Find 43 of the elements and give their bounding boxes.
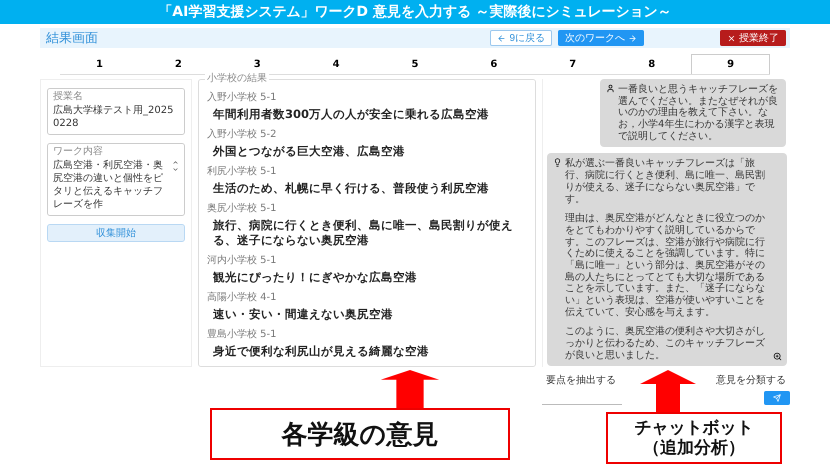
- catchphrase: 速い・安い・間違えない奥尻空港: [212, 306, 394, 322]
- slide-title: 「AI学習支援システム」ワークD 意見を入力する ～実際後にシミュレーション～: [0, 0, 830, 24]
- text-field[interactable]: ワーク内容 広島空港・利尻空港・奥尻空港の違いと個性をピタリと伝えるキャッチフレーズを作: [47, 143, 185, 216]
- message-text: 一番良いと思うキャッチフレーズを選んでください。またなぜそれが良いのかの理由を教えて下さい。なお，小学4年生にわかる漢字と表現で説明してください。: [618, 84, 779, 142]
- class-name: 入野小学校 5-2: [207, 128, 278, 141]
- callout-text: 各学級の意見: [282, 418, 438, 452]
- callout-text: チャットボット: [634, 418, 754, 438]
- class-name: 利尻小学校 5-1: [207, 164, 278, 178]
- arrow-drawing: [640, 370, 696, 412]
- page-title: 結果画面: [46, 30, 98, 47]
- message-text: このように、奥尻空港の便利さや大切さがしっかりと伝わるため、このキャッチフレーズが良いと思いました。: [565, 326, 766, 362]
- class-name: 高陽小学校 4-1: [207, 290, 278, 304]
- field-label: ワーク内容: [53, 146, 104, 157]
- zoom-icon[interactable]: [773, 352, 782, 362]
- class-name: 河内小学校 5-1: [207, 254, 278, 267]
- panel-label: 小学校の結果: [205, 74, 269, 84]
- callout-text: （追加分析）: [643, 438, 745, 458]
- class-name: 奥尻小学校 5-1: [207, 202, 278, 215]
- field-value: 広島空港・利尻空港・奥尻空港の違いと個性をピタリと伝えるキャッチフレーズを作: [53, 159, 164, 211]
- field-value: 広島大学様テスト用_20250228: [53, 104, 174, 130]
- message-text: 私が選ぶ一番良いキャッチフレーズは「旅行、病院に行くとき便利、島に唯一、島民割りが使える、迷子にならない奥尻空港」です。: [565, 158, 766, 206]
- lightbulb-icon: [553, 158, 562, 168]
- message-text: 理由は、奥尻空港がどんなときに役立つのかをとてもわかりやすく説明しているからです。このフレーズは、空港が旅行や病院に行くために使えることを強調しています。特に「島に唯一」という部分は、奥尻空港がその島の人たちにとってとても大切な場所であることを示しています。また、「迷子にならない」という表現は、空港が使いやすいことを伝えていて、安心感を与えます。: [565, 213, 766, 318]
- send-button[interactable]: [764, 391, 790, 405]
- arrow-right-icon: [628, 34, 637, 42]
- send-icon: [773, 394, 781, 402]
- catchphrase: 身近で便利な利尻山が見える綺麗な空港: [212, 344, 430, 358]
- catchphrase: 外国とつながる巨大空港、広島空港: [212, 144, 406, 159]
- class-name: 豊島小学校 5-1: [207, 328, 278, 341]
- field-label: 授業名: [53, 91, 84, 102]
- catchphrase: 旅行、病院に行くとき便利、島に唯一、島民割りが使える、迷子にならない奥尻空港: [212, 218, 514, 248]
- catchphrase: 生活のため、札幌に早く行ける、普段使う利尻空港: [212, 180, 490, 196]
- class-name: 入野小学校 5-1: [207, 90, 278, 104]
- end-button[interactable]: 授業終了: [720, 30, 786, 46]
- catchphrase: 観光にぴったり！にぎやかな広島空港: [212, 270, 418, 285]
- tab[interactable]: 9: [691, 54, 770, 74]
- catchphrase: 年間利用者数300万人の人が安全に乗れる広島空港: [212, 107, 490, 122]
- text-field[interactable]: 授業名 広島大学様テスト用_20250228: [47, 88, 185, 135]
- spinner-icon: [172, 159, 179, 173]
- back-button[interactable]: 9に戻る: [490, 30, 552, 46]
- close-icon: [727, 34, 736, 42]
- arrow-left-icon: [497, 34, 506, 42]
- person-icon: [606, 84, 615, 93]
